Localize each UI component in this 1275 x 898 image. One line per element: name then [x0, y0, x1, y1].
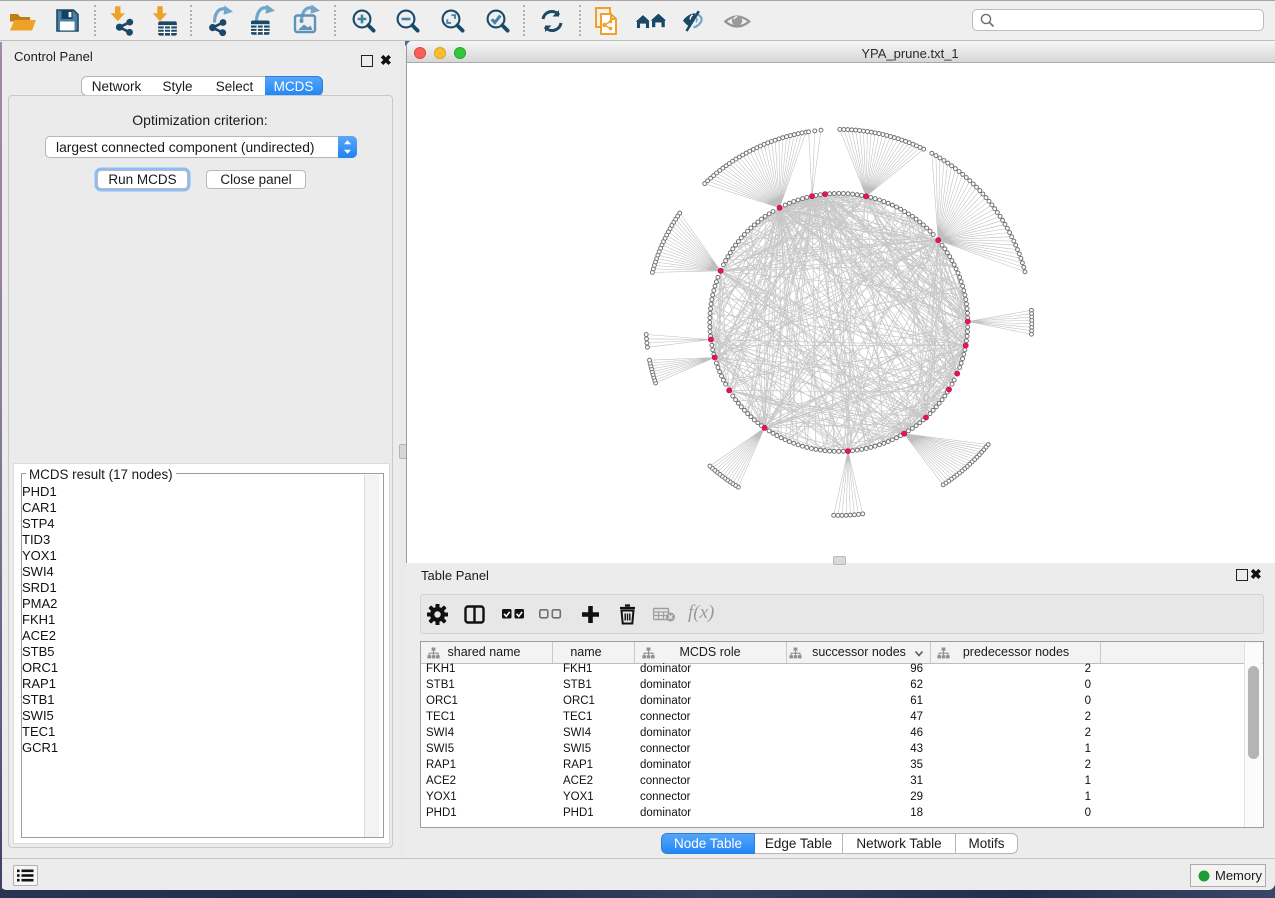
- svg-text:Memory: Memory: [1215, 868, 1262, 883]
